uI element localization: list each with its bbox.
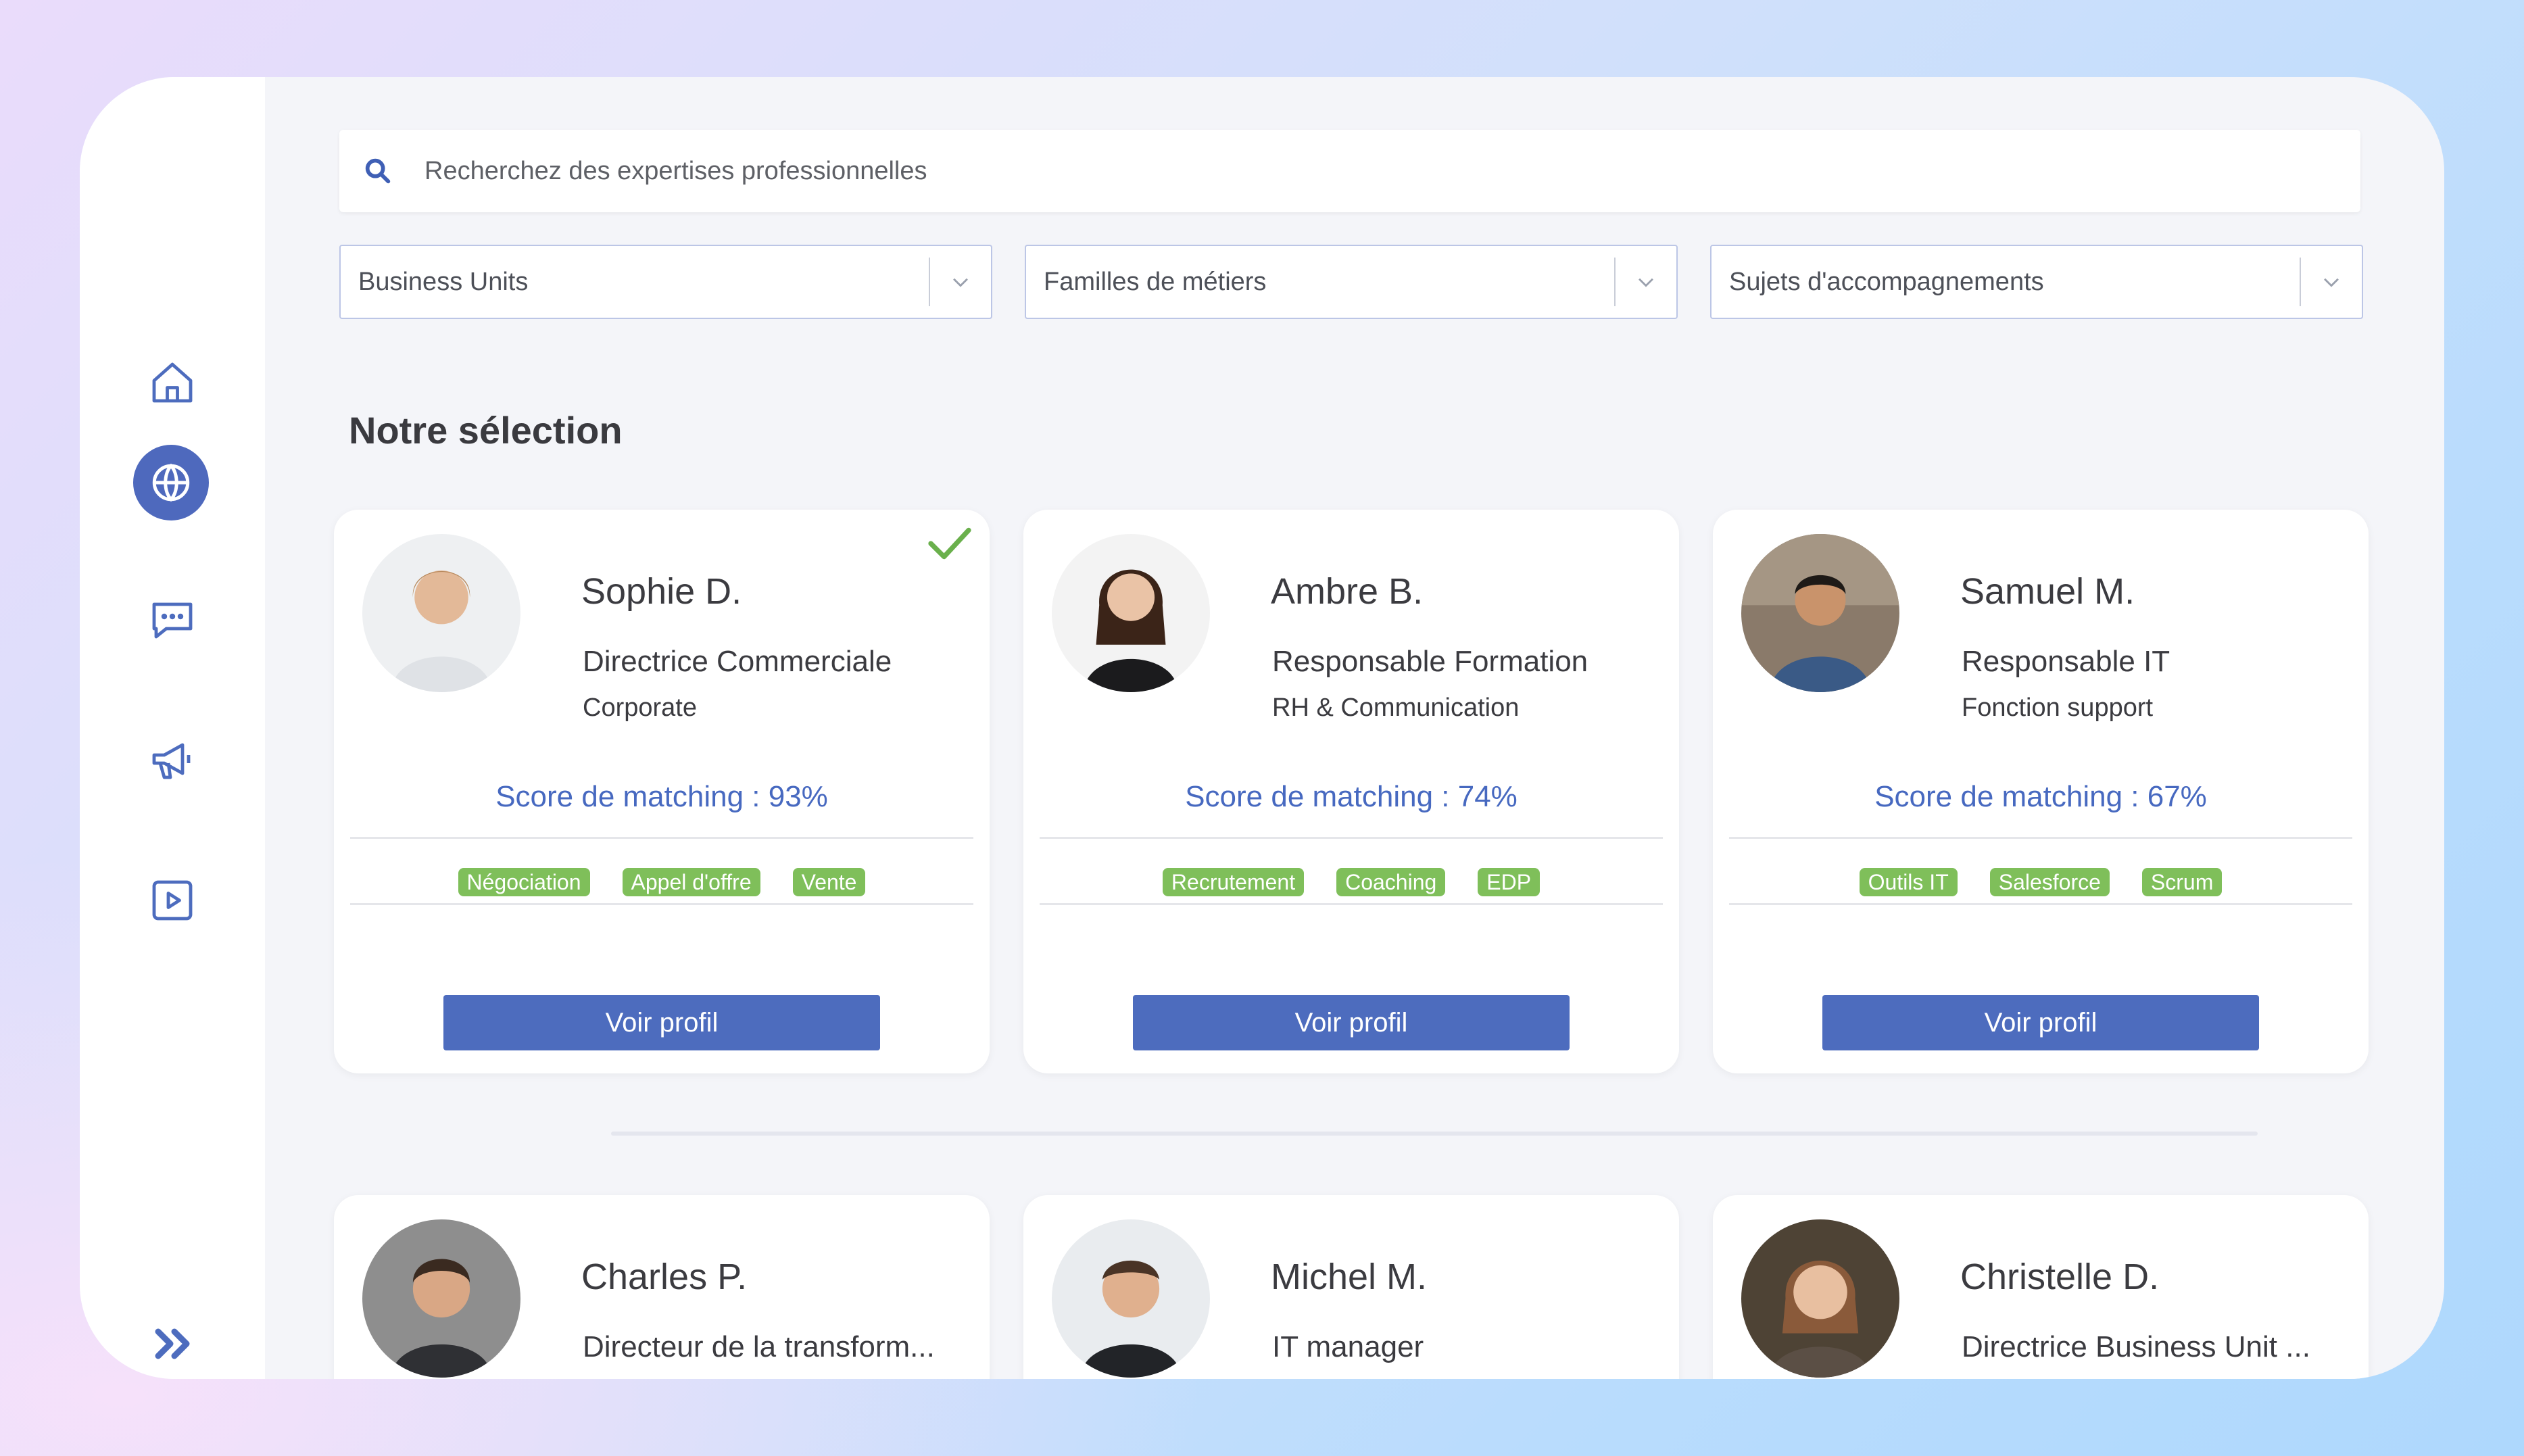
tag-list: Recrutement Coaching EDP xyxy=(1023,868,1679,896)
app-window: Business Units Familles de métiers Sujet… xyxy=(80,77,2444,1379)
avatar xyxy=(362,534,520,692)
profile-role: Directeur de la transform... xyxy=(583,1330,935,1363)
familles-metiers-select[interactable]: Familles de métiers xyxy=(1025,245,1678,319)
profile-name: Sophie D. xyxy=(581,571,742,612)
section-title: Notre sélection xyxy=(349,409,623,452)
globe-icon xyxy=(152,463,190,502)
profile-name: Michel M. xyxy=(1271,1257,1428,1297)
main-content: Business Units Familles de métiers Sujet… xyxy=(265,77,2444,1379)
avatar xyxy=(1741,1219,1899,1378)
filter-bar: Business Units Familles de métiers Sujet… xyxy=(339,245,2364,322)
matching-score: Score de matching : 93% xyxy=(495,780,828,813)
profile-role: Responsable Formation xyxy=(1272,645,1588,678)
profile-card: Ambre B. Responsable Formation RH & Comm… xyxy=(1023,510,1679,1073)
profile-role: IT manager xyxy=(1272,1330,1424,1363)
profile-card: Sophie D. Directrice Commerciale Corpora… xyxy=(334,510,990,1073)
profile-role: Directrice Business Unit ... xyxy=(1962,1330,2310,1363)
profile-unit: Corporate xyxy=(583,694,697,722)
business-units-select[interactable]: Business Units xyxy=(339,245,992,319)
search-input[interactable] xyxy=(423,155,2251,187)
profile-role: Responsable IT xyxy=(1962,645,2170,678)
skill-tag: Outils IT xyxy=(1859,868,1958,896)
nav-home[interactable] xyxy=(132,342,213,423)
checkmark-icon[interactable] xyxy=(926,525,973,562)
profile-name: Ambre B. xyxy=(1271,571,1424,612)
avatar xyxy=(1052,534,1210,692)
double-chevron-right-icon xyxy=(155,1328,190,1359)
matching-score: Score de matching : 74% xyxy=(1185,780,1518,813)
skill-tag: Scrum xyxy=(2141,868,2223,896)
profile-role: Directrice Commerciale xyxy=(583,645,892,678)
megaphone-icon xyxy=(152,743,191,779)
skill-tag: Vente xyxy=(792,868,866,896)
profile-unit: RH & Communication xyxy=(1272,694,1520,722)
skill-tag: Coaching xyxy=(1336,868,1446,896)
divider xyxy=(350,837,973,839)
nav-videos[interactable] xyxy=(132,860,213,941)
nav-announcements[interactable] xyxy=(132,721,213,802)
skill-tag: EDP xyxy=(1478,868,1540,896)
nav-messages[interactable] xyxy=(132,580,213,661)
divider xyxy=(350,903,973,905)
sidebar xyxy=(80,77,265,1379)
profile-card: Christelle D. Directrice Business Unit .… xyxy=(1713,1195,2369,1379)
sujets-accompagnements-select[interactable]: Sujets d'accompagnements xyxy=(1710,245,2363,319)
select-label: Sujets d'accompagnements xyxy=(1729,267,2044,296)
chevron-down-icon[interactable] xyxy=(1616,270,1676,293)
select-label: Familles de métiers xyxy=(1044,267,1267,296)
chevron-down-icon[interactable] xyxy=(930,270,991,293)
profile-card: Samuel M. Responsable IT Fonction suppor… xyxy=(1713,510,2369,1073)
profile-unit: Fonction support xyxy=(1962,694,2154,722)
nav-globe[interactable] xyxy=(133,445,209,520)
divider xyxy=(1040,837,1663,839)
play-icon xyxy=(152,880,193,921)
row-divider xyxy=(611,1132,2258,1136)
chat-icon xyxy=(152,602,193,639)
voir-profil-button[interactable]: Voir profil xyxy=(1133,995,1570,1050)
divider xyxy=(1040,903,1663,905)
chevron-down-icon[interactable] xyxy=(2301,270,2362,293)
home-icon xyxy=(152,362,193,403)
voir-profil-button[interactable]: Voir profil xyxy=(443,995,880,1050)
skill-tag: Appel d'offre xyxy=(622,868,760,896)
skill-tag: Recrutement xyxy=(1162,868,1305,896)
divider xyxy=(1729,837,2352,839)
skill-tag: Salesforce xyxy=(1989,868,2110,896)
select-label: Business Units xyxy=(358,267,529,296)
profile-name: Christelle D. xyxy=(1960,1257,2160,1297)
tag-list: Outils IT Salesforce Scrum xyxy=(1713,868,2369,896)
divider xyxy=(1729,903,2352,905)
profile-name: Charles P. xyxy=(581,1257,748,1297)
search-bar[interactable] xyxy=(339,130,2360,212)
voir-profil-button[interactable]: Voir profil xyxy=(1822,995,2259,1050)
matching-score: Score de matching : 67% xyxy=(1874,780,2207,813)
skill-tag: Négociation xyxy=(458,868,590,896)
avatar xyxy=(1052,1219,1210,1378)
avatar xyxy=(362,1219,520,1378)
avatar xyxy=(1741,534,1899,692)
profile-card: Charles P. Directeur de la transform... xyxy=(334,1195,990,1379)
tag-list: Négociation Appel d'offre Vente xyxy=(334,868,990,896)
expand-sidebar-button[interactable] xyxy=(132,1303,213,1379)
search-icon xyxy=(365,158,391,184)
profile-card: Michel M. IT manager xyxy=(1023,1195,1679,1379)
profile-name: Samuel M. xyxy=(1960,571,2135,612)
